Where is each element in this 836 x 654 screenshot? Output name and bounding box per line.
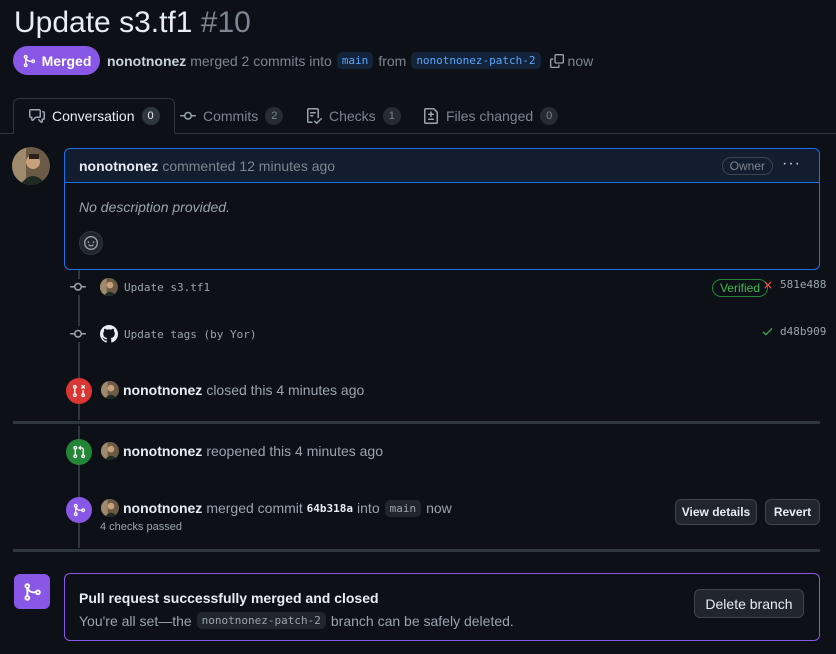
merge-target-branch[interactable]: main <box>384 499 422 517</box>
pr-title-heading: Update s3.tf1 #10 <box>14 4 251 42</box>
commit-message[interactable]: Update tags (by Yor) <box>124 328 256 341</box>
github-mark-icon[interactable] <box>100 325 118 343</box>
event-description: reopened this 4 minutes ago <box>206 443 383 459</box>
checks-passed-link[interactable]: 4 checks passed <box>100 521 182 533</box>
avatar[interactable] <box>100 278 118 296</box>
from-text: from <box>378 52 407 69</box>
comment-discussion-icon <box>29 108 45 124</box>
merge-icon <box>22 582 42 602</box>
event-actor[interactable]: nonotnonez <box>123 500 202 516</box>
comment-author[interactable]: nonotnonez <box>79 158 158 174</box>
commit-icon <box>70 326 86 342</box>
merged-state-badge: Merged <box>13 46 100 75</box>
merge-summary-text: merged 2 commits into <box>190 52 332 69</box>
comment-box: nonotnonez commented 12 minutes ago Owne… <box>64 148 820 270</box>
tab-conversation-label: Conversation <box>52 108 135 124</box>
commit-row: Update s3.tf1 <box>70 278 210 296</box>
merge-status-badge <box>14 574 50 609</box>
tab-checks[interactable]: Checks 1 <box>306 98 401 134</box>
head-branch-label[interactable]: nonotnonez-patch-2 <box>411 52 541 69</box>
check-pass-icon[interactable] <box>761 325 774 338</box>
copy-icon[interactable] <box>549 53 564 68</box>
merged-event-badge <box>66 497 92 523</box>
tab-checks-label: Checks <box>329 108 376 124</box>
pr-author-link[interactable]: nonotnonez <box>107 53 186 69</box>
merge-status-box: Pull request successfully merged and clo… <box>64 573 820 641</box>
timeline-separator <box>13 549 820 552</box>
event-actor[interactable]: nonotnonez <box>123 382 202 398</box>
merge-icon <box>72 503 86 517</box>
owner-badge: Owner <box>721 157 773 175</box>
tab-conversation[interactable]: Conversation 0 <box>13 98 175 134</box>
into-text: into <box>357 500 380 516</box>
file-diff-icon <box>423 108 439 124</box>
tab-files-changed-count: 0 <box>540 107 559 125</box>
tab-commits-count: 2 <box>265 107 284 125</box>
pr-summary-line: nonotnonez merged 2 commits into main fr… <box>107 52 593 69</box>
comment-body: No description provided. <box>79 199 230 215</box>
event-actor[interactable]: nonotnonez <box>123 443 202 459</box>
deletable-branch-label[interactable]: nonotnonez-patch-2 <box>196 612 326 629</box>
timeline-separator <box>13 421 820 424</box>
pr-title: Update s3.tf1 <box>14 6 193 39</box>
pr-time: now <box>567 52 594 69</box>
event-description: merged commit <box>206 500 303 516</box>
reopened-event: nonotnonez reopened this 4 minutes ago <box>101 442 383 460</box>
avatar[interactable] <box>101 381 119 399</box>
merge-status-title: Pull request successfully merged and clo… <box>79 590 379 606</box>
base-branch-label[interactable]: main <box>336 52 374 69</box>
tab-conversation-count: 0 <box>141 107 160 125</box>
avatar[interactable] <box>101 499 119 517</box>
commit-icon <box>180 108 196 124</box>
pr-number: #10 <box>200 6 251 39</box>
commit-status: 581e488 <box>762 278 826 291</box>
commit-sha[interactable]: 581e488 <box>780 278 826 291</box>
git-pull-request-closed-icon <box>72 384 86 398</box>
commit-sha[interactable]: d48b909 <box>780 325 826 338</box>
merge-commit-sha[interactable]: 64b318a <box>307 502 353 515</box>
event-description: closed this 4 minutes ago <box>206 382 365 398</box>
merge-status-subtitle: You're all set—the nonotnonez-patch-2 br… <box>79 612 514 629</box>
view-details-button[interactable]: View details <box>675 499 757 525</box>
commit-icon <box>70 279 86 295</box>
tab-files-changed-label: Files changed <box>446 108 534 124</box>
commit-status: d48b909 <box>761 325 826 338</box>
smiley-icon <box>84 236 98 250</box>
event-time: now <box>426 500 452 516</box>
verified-badge[interactable]: Verified <box>711 279 768 297</box>
merge-icon <box>22 54 36 68</box>
merge-sub-prefix: You're all set—the <box>79 612 192 629</box>
merged-event: nonotnonez merged commit 64b318a into ma… <box>101 499 452 517</box>
comment-header: nonotnonez commented 12 minutes ago Owne… <box>65 149 819 183</box>
git-pull-request-icon <box>72 445 86 459</box>
revert-button[interactable]: Revert <box>765 499 820 525</box>
merge-sub-suffix: branch can be safely deleted. <box>330 612 514 629</box>
tab-files-changed[interactable]: Files changed 0 <box>423 98 559 134</box>
closed-event: nonotnonez closed this 4 minutes ago <box>101 381 364 399</box>
tab-checks-count: 1 <box>382 107 401 125</box>
tab-commits-label: Commits <box>203 108 259 124</box>
reopened-event-badge <box>66 439 92 465</box>
checklist-icon <box>306 108 322 124</box>
avatar[interactable] <box>101 442 119 460</box>
commit-message[interactable]: Update s3.tf1 <box>124 281 210 294</box>
delete-branch-button[interactable]: Delete branch <box>694 589 804 618</box>
closed-event-badge <box>66 378 92 404</box>
merged-state-label: Merged <box>41 52 92 69</box>
comment-action[interactable]: commented 12 minutes ago <box>162 158 335 174</box>
add-reaction-button[interactable] <box>79 231 103 255</box>
commit-row: Update tags (by Yor) <box>70 325 256 343</box>
kebab-menu-icon[interactable]: ··· <box>782 155 801 173</box>
tab-commits[interactable]: Commits 2 <box>180 98 284 134</box>
avatar[interactable] <box>12 147 50 185</box>
x-fail-icon[interactable] <box>762 279 774 291</box>
